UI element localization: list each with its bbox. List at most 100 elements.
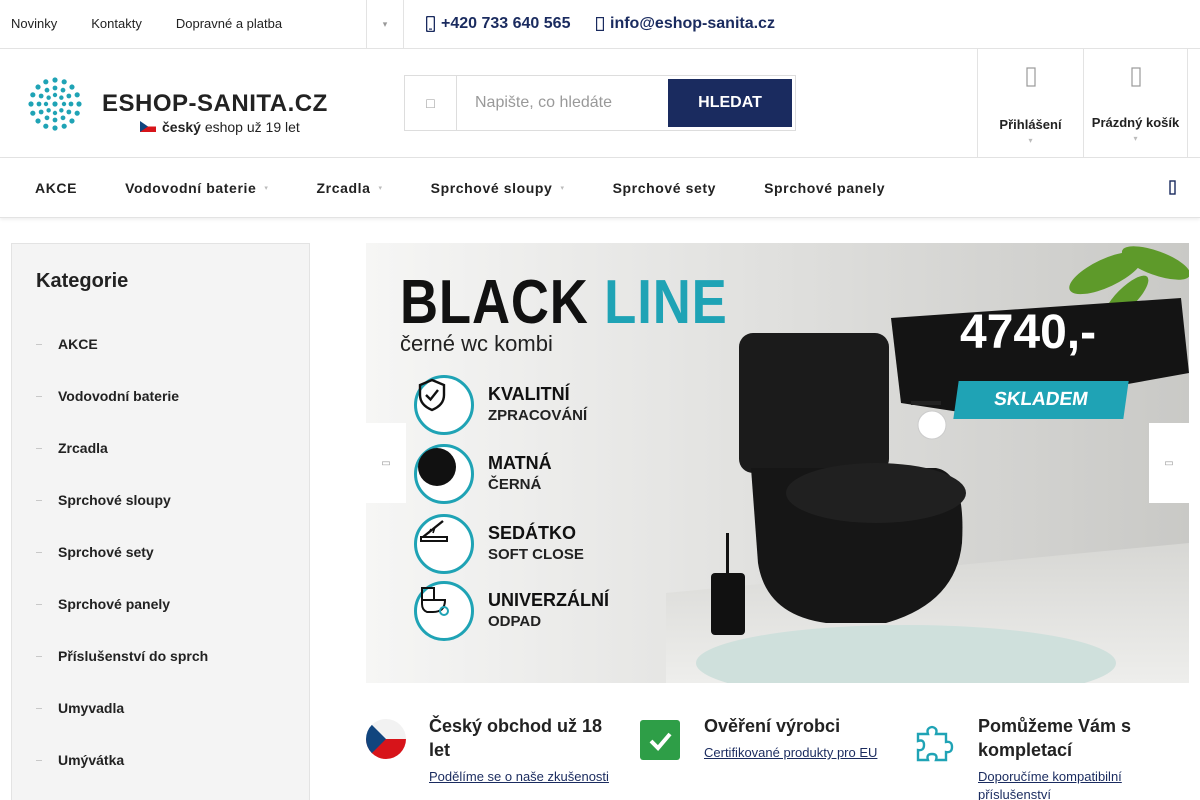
search-button[interactable]: HLEDAT	[668, 79, 792, 127]
check-icon	[640, 720, 680, 760]
cart-button[interactable]: Prázdný košík ▾	[1083, 49, 1188, 157]
sidebar-category-label: Vodovodní baterie	[58, 388, 180, 404]
czech-flag-icon	[140, 121, 156, 132]
nav-item-2[interactable]: Zrcadla ▾	[293, 158, 407, 218]
sidebar-category-item[interactable]: Sprchové panely	[12, 578, 309, 630]
sidebar-category-label: Zrcadla	[58, 440, 108, 456]
slider-next-button[interactable]: ▭	[1149, 423, 1189, 503]
nav-item-label: Zrcadla	[316, 180, 371, 196]
sidebar-category-item[interactable]: AKCE	[12, 318, 309, 370]
sidebar-category-item[interactable]: Umyvadla	[12, 682, 309, 734]
sidebar-category-item[interactable]: Zrcadla	[12, 422, 309, 474]
sidebar-category-label: Sprchové panely	[58, 596, 171, 612]
login-label: Přihlášení	[999, 117, 1062, 132]
nav-item-label: AKCE	[35, 180, 78, 196]
czech-flag-icon	[366, 719, 406, 759]
sidebar-category-item[interactable]: Umývátka	[12, 734, 309, 786]
benefit-link[interactable]: Certifikované produkty pro EU	[704, 744, 894, 762]
nav-item-0[interactable]: AKCE	[11, 158, 101, 218]
feature-matte: MATNÁ ČERNÁ	[414, 444, 634, 506]
top-more-chevron-icon[interactable]: ▾	[366, 0, 404, 48]
user-icon	[1025, 67, 1036, 91]
sidebar-category-item[interactable]: Příslušenství do sprch	[12, 630, 309, 682]
seat-icon	[414, 514, 474, 574]
logo-name: ESHOP-SANITA.CZ	[102, 90, 328, 117]
chevron-down-icon: ▾	[1028, 136, 1033, 145]
feature-waste: UNIVERZÁLNÍ ODPAD	[414, 581, 634, 643]
banner-price: 4740,-	[960, 306, 1097, 359]
stock-badge: SKLADEM	[953, 381, 1129, 419]
email-address: info@eshop-sanita.cz	[610, 15, 775, 32]
benefit-link[interactable]: Podělíme se o naše zkušenosti	[429, 768, 619, 786]
header: ESHOP-SANITA.CZ český eshop už 19 let □ …	[0, 49, 1200, 158]
bullet-dash-icon	[36, 499, 42, 501]
slider-prev-button[interactable]: ▭	[366, 423, 406, 503]
site-logo[interactable]: ESHOP-SANITA.CZ český eshop už 19 let	[24, 73, 327, 135]
nav-item-4[interactable]: Sprchové sety	[589, 158, 741, 218]
chevron-down-icon: ▾	[264, 185, 269, 192]
category-list: AKCE Vodovodní baterie Zrcadla Sprchové slo…	[12, 318, 309, 786]
toilet-icon	[414, 581, 474, 641]
nav-items: AKCE Vodovodní baterie ▾ Zrcadla ▾ Sprchové s…	[11, 158, 909, 218]
promo-banner[interactable]: BLACK LINE černé wc kombi KVALITNÍ ZPRAC…	[366, 243, 1189, 683]
banner-title: BLACK LINE	[400, 268, 728, 337]
phone-contact[interactable]: +420 733 640 565	[426, 0, 570, 48]
search-icon: □	[405, 76, 457, 130]
shield-check-icon	[414, 375, 474, 435]
banner-subtitle: černé wc kombi	[400, 331, 553, 356]
top-link-kontakty[interactable]: Kontakty	[80, 0, 153, 48]
nav-search-icon[interactable]	[1162, 178, 1182, 198]
bullet-dash-icon	[36, 759, 42, 761]
chevron-down-icon: ▾	[378, 185, 383, 192]
phone-number: +420 733 640 565	[441, 15, 571, 32]
sidebar-category-item[interactable]: Sprchové sety	[12, 526, 309, 578]
bullet-dash-icon	[36, 447, 42, 449]
sidebar-category-label: Sprchové sety	[58, 544, 154, 560]
sidebar-category-label: AKCE	[58, 336, 98, 352]
cart-icon	[1130, 67, 1141, 91]
benefit-title: Pomůžeme Vám s kompletací	[978, 716, 1132, 760]
logo-dots-icon	[28, 77, 82, 131]
sidebar-category-item[interactable]: Sprchové sloupy	[12, 474, 309, 526]
category-sidebar: Kategorie AKCE Vodovodní baterie Zrcadla Sp…	[11, 243, 310, 800]
nav-item-label: Sprchové sloupy	[430, 180, 553, 196]
bullet-dash-icon	[36, 655, 42, 657]
logo-tagline: český eshop už 19 let	[162, 119, 300, 135]
nav-item-1[interactable]: Vodovodní baterie ▾	[101, 158, 292, 218]
chevron-down-icon: ▾	[560, 185, 565, 192]
login-button[interactable]: Přihlášení ▾	[977, 49, 1083, 157]
phone-icon	[426, 16, 435, 32]
search-input[interactable]	[457, 76, 667, 130]
sidebar-category-item[interactable]: Vodovodní baterie	[12, 370, 309, 422]
top-links: Novinky Kontakty Dopravné a platba	[0, 0, 293, 48]
top-link-doprava[interactable]: Dopravné a platba	[165, 0, 293, 48]
bullet-dash-icon	[36, 707, 42, 709]
email-icon	[596, 17, 604, 31]
top-bar: Novinky Kontakty Dopravné a platba ▾ +42…	[0, 0, 1200, 49]
chevron-down-icon: ▾	[1133, 134, 1138, 143]
nav-item-3[interactable]: Sprchové sloupy ▾	[407, 158, 589, 218]
email-contact[interactable]: info@eshop-sanita.cz	[596, 0, 775, 48]
nav-item-label: Sprchové sety	[612, 180, 717, 196]
nav-item-5[interactable]: Sprchové panely	[740, 158, 909, 218]
sidebar-category-label: Příslušenství do sprch	[58, 648, 209, 664]
bullet-dash-icon	[36, 603, 42, 605]
benefit-title: Ověření výrobci	[704, 716, 841, 736]
bullet-dash-icon	[36, 395, 42, 397]
cart-label: Prázdný košík	[1091, 115, 1180, 130]
puzzle-icon	[916, 725, 954, 762]
main-nav: AKCE Vodovodní baterie ▾ Zrcadla ▾ Sprchové s…	[0, 158, 1200, 218]
benefit-title: Český obchod už 18 let	[429, 716, 603, 760]
black-dot-icon	[414, 444, 474, 504]
sidebar-category-label: Umývátka	[58, 752, 125, 768]
nav-item-label: Sprchové panely	[764, 180, 886, 196]
sidebar-category-label: Umyvadla	[58, 700, 125, 716]
bullet-dash-icon	[36, 551, 42, 553]
sidebar-title: Kategorie	[36, 270, 129, 292]
nav-item-label: Vodovodní baterie	[125, 180, 257, 196]
benefit-link[interactable]: Doporučíme kompatibilní příslušenství	[978, 768, 1168, 800]
sidebar-category-label: Sprchové sloupy	[58, 492, 171, 508]
search-form: □ HLEDAT	[404, 75, 796, 131]
top-link-novinky[interactable]: Novinky	[0, 0, 68, 48]
feature-softclose: SEDÁTKO SOFT CLOSE	[414, 514, 634, 576]
